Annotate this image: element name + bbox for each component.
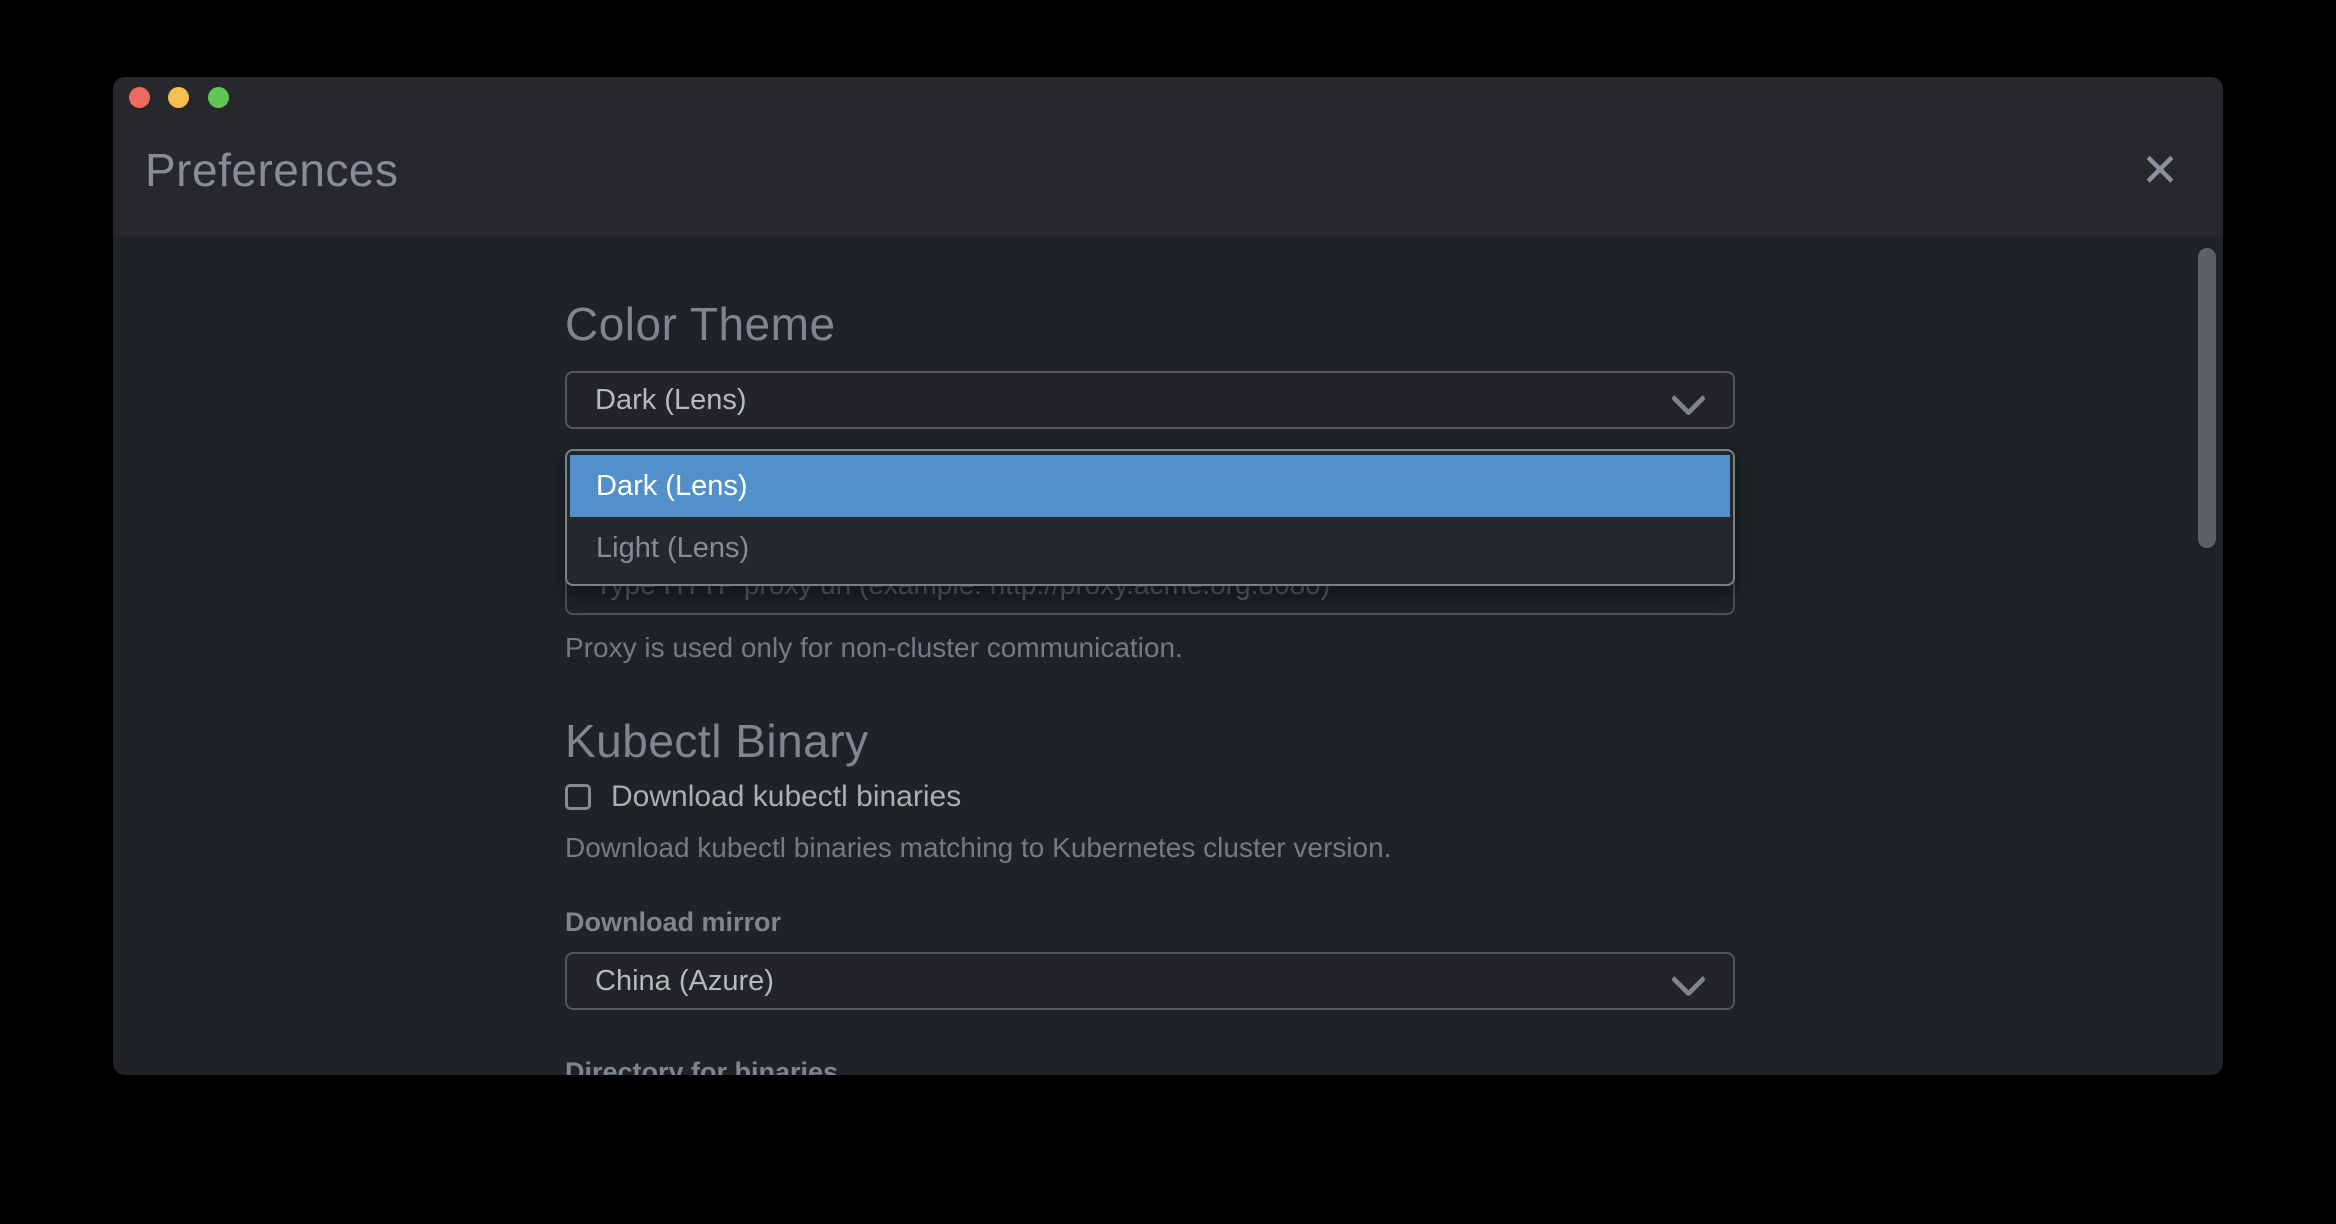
directory-for-binaries-label: Directory for binaries bbox=[565, 1057, 838, 1075]
download-kubectl-checkbox-label[interactable]: Download kubectl binaries bbox=[611, 780, 961, 814]
dropdown-option-light[interactable]: Light (Lens) bbox=[570, 517, 1730, 579]
color-theme-dropdown-menu: Dark (Lens) Light (Lens) bbox=[565, 449, 1735, 586]
kubectl-hint: Download kubectl binaries matching to Ku… bbox=[565, 832, 1391, 864]
preferences-window: Preferences ✕ Color Theme Dark (Lens) Da… bbox=[113, 77, 2223, 1075]
page-title: Preferences bbox=[145, 143, 399, 197]
download-mirror-select-value: China (Azure) bbox=[595, 954, 774, 1008]
chevron-down-icon bbox=[1671, 381, 1706, 416]
vertical-scrollbar-thumb[interactable] bbox=[2198, 248, 2216, 548]
color-theme-select[interactable]: Dark (Lens) bbox=[565, 371, 1735, 429]
window-zoom-traffic-light[interactable] bbox=[208, 87, 229, 108]
proxy-hint: Proxy is used only for non-cluster commu… bbox=[565, 632, 1183, 664]
close-icon[interactable]: ✕ bbox=[2136, 144, 2184, 196]
color-theme-select-value: Dark (Lens) bbox=[595, 373, 747, 427]
chevron-down-icon bbox=[1671, 962, 1706, 997]
color-theme-heading: Color Theme bbox=[565, 297, 836, 351]
download-kubectl-checkbox-row[interactable]: Download kubectl binaries bbox=[565, 780, 961, 814]
titlebar: Preferences ✕ bbox=[113, 77, 2223, 236]
download-kubectl-checkbox[interactable] bbox=[565, 784, 591, 810]
dropdown-option-dark[interactable]: Dark (Lens) bbox=[570, 455, 1730, 517]
kubectl-binary-heading: Kubectl Binary bbox=[565, 714, 869, 768]
download-mirror-select[interactable]: China (Azure) bbox=[565, 952, 1735, 1010]
download-mirror-label: Download mirror bbox=[565, 907, 781, 938]
screen: Preferences ✕ Color Theme Dark (Lens) Da… bbox=[0, 0, 2336, 1224]
window-close-traffic-light[interactable] bbox=[129, 87, 150, 108]
window-minimize-traffic-light[interactable] bbox=[168, 87, 189, 108]
preferences-content: Color Theme Dark (Lens) Dark (Lens) Ligh… bbox=[113, 236, 2223, 1075]
